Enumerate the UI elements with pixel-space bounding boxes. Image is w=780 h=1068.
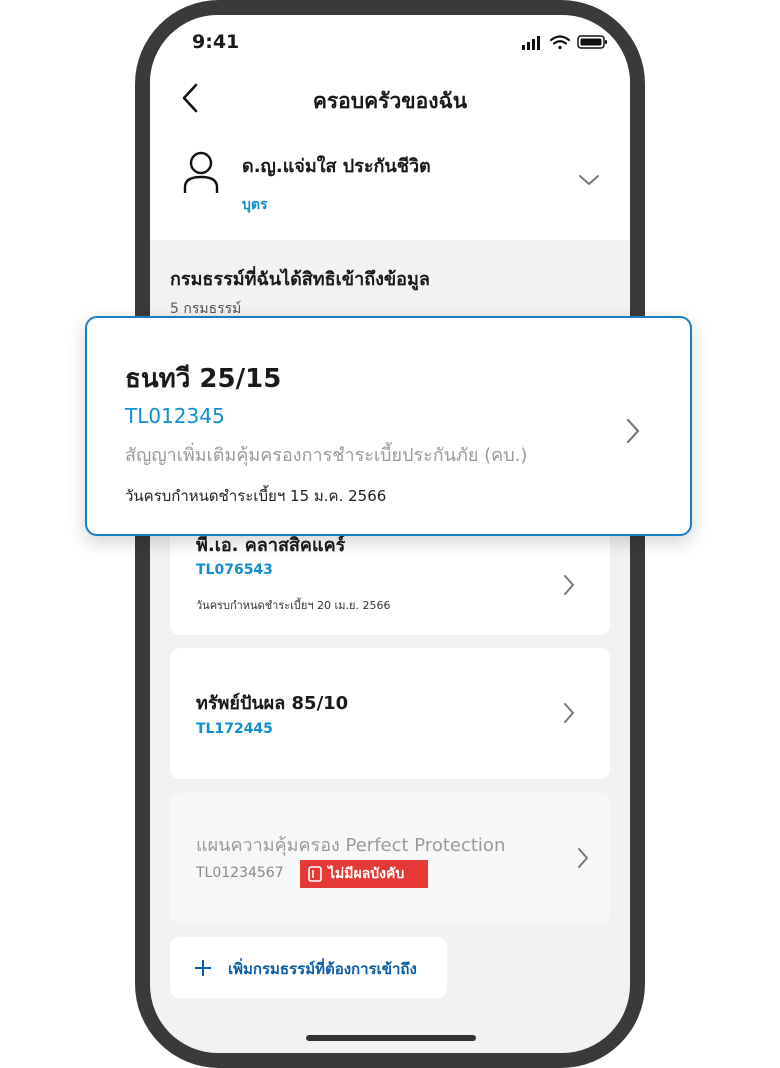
add-policy-button[interactable]: เพิ่มกรมธรรม์ที่ต้องการเข้าถึง bbox=[170, 937, 447, 998]
plus-icon bbox=[195, 960, 211, 976]
document-icon bbox=[308, 866, 322, 882]
chevron-right-icon bbox=[564, 703, 574, 723]
highlighted-policy-card[interactable]: ธนทวี 25/15 TL012345 สัญญาเพิ่มเติมคุ้มค… bbox=[85, 316, 692, 536]
policy-due-date: วันครบกำหนดชำระเบี้ยฯ 15 ม.ค. 2566 bbox=[125, 487, 387, 505]
policy-number: TL172445 bbox=[196, 721, 273, 737]
member-selector[interactable]: ด.ญ.แจ่มใส ประกันชีวิต บุตร bbox=[150, 139, 630, 229]
add-policy-label: เพิ่มกรมธรรม์ที่ต้องการเข้าถึง bbox=[228, 960, 417, 978]
status-badge-label: ไม่มีผลบังคับ bbox=[328, 866, 405, 882]
member-name: ด.ญ.แจ่มใส ประกันชีวิต bbox=[242, 156, 431, 177]
policy-card[interactable]: ทรัพย์ปันผล 85/10 TL172445 bbox=[170, 648, 610, 779]
chevron-right-icon bbox=[564, 575, 574, 595]
user-icon bbox=[183, 151, 219, 193]
policy-number: TL076543 bbox=[196, 562, 273, 578]
policy-name: แผนความคุ้มครอง Perfect Protection bbox=[196, 835, 506, 856]
policy-description: สัญญาเพิ่มเติมคุ้มครองการชำระเบี้ยประกัน… bbox=[125, 445, 528, 466]
policy-number: TL012345 bbox=[125, 404, 225, 428]
member-relation: บุตร bbox=[242, 197, 268, 213]
battery-icon bbox=[577, 35, 607, 49]
chevron-down-icon bbox=[579, 175, 599, 185]
status-badge: ไม่มีผลบังคับ bbox=[300, 860, 428, 888]
policy-card-inactive[interactable]: แผนความคุ้มครอง Perfect Protection TL012… bbox=[170, 793, 610, 924]
chevron-right-icon bbox=[626, 418, 640, 444]
status-time: 9:41 bbox=[192, 31, 240, 53]
page-title: ครอบครัวของฉัน bbox=[312, 89, 468, 113]
status-icons bbox=[522, 35, 607, 50]
policy-name: ทรัพย์ปันผล 85/10 bbox=[196, 693, 349, 714]
policy-due-date: วันครบกำหนดชำระเบี้ยฯ 20 เม.ย. 2566 bbox=[196, 599, 391, 612]
signal-icon bbox=[522, 36, 540, 50]
policy-number: TL01234567 bbox=[196, 865, 284, 881]
wifi-icon bbox=[549, 35, 571, 50]
home-indicator bbox=[306, 1035, 476, 1041]
policy-name: ธนทวี 25/15 bbox=[125, 364, 282, 394]
chevron-right-icon bbox=[578, 848, 588, 868]
section-title: กรมธรรม์ที่ฉันได้สิทธิเข้าถึงข้อมูล bbox=[170, 269, 430, 290]
